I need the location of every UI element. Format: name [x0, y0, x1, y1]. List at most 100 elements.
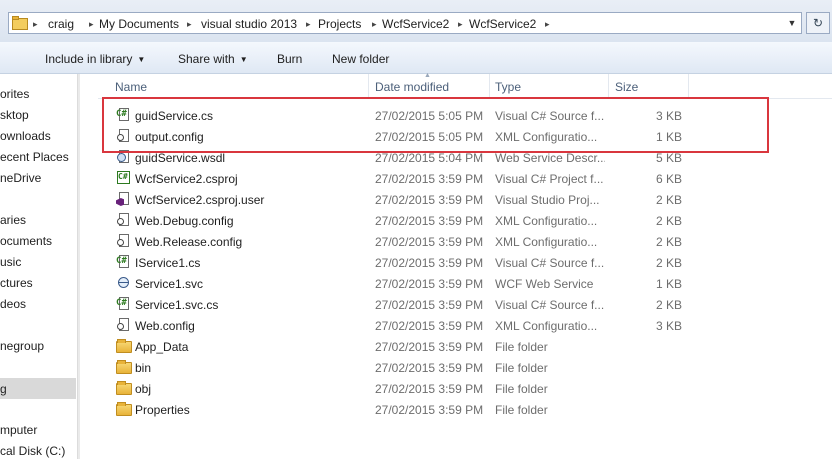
share-with-button[interactable]: Share with ▼ [178, 51, 248, 67]
burn-button[interactable]: Burn [277, 51, 302, 67]
column-divider[interactable] [688, 74, 689, 98]
file-row[interactable]: bin 27/02/2015 3:59 PM File folder [98, 357, 832, 378]
crumb-separator[interactable]: ▸ [33, 16, 38, 32]
file-row[interactable]: C# IService1.cs 27/02/2015 3:59 PM Visual C… [98, 252, 832, 273]
column-divider[interactable] [368, 74, 369, 98]
file-size: 6 KB [655, 172, 682, 186]
crumb-separator[interactable]: ▸ [306, 16, 311, 32]
config-file-icon [116, 233, 132, 249]
column-divider[interactable] [608, 74, 609, 98]
nav-item-downloads[interactable]: ownloads [0, 127, 51, 145]
file-type: Visual Studio Proj... [495, 193, 600, 207]
file-type: XML Configuratio... [495, 319, 598, 333]
file-type: WCF Web Service [495, 277, 594, 291]
nav-item-recent-places[interactable]: ecent Places [0, 148, 69, 166]
sort-up-icon: ▲ [424, 72, 431, 79]
nav-item-documents[interactable]: ocuments [0, 232, 52, 250]
file-row[interactable]: Properties 27/02/2015 3:59 PM File folder [98, 399, 832, 420]
file-row[interactable]: WcfService2.csproj.user 27/02/2015 3:59 P… [98, 189, 832, 210]
nav-item-favorites[interactable]: orites [0, 85, 29, 103]
share-with-label: Share with [178, 52, 235, 66]
csharp-file-icon: C# [116, 296, 132, 312]
nav-item-selected[interactable]: g [0, 380, 7, 398]
file-name[interactable]: obj [135, 381, 151, 397]
column-header-type[interactable]: Type [495, 79, 521, 95]
crumb-separator[interactable]: ▸ [89, 16, 94, 32]
file-type: XML Configuratio... [495, 235, 598, 249]
file-row[interactable]: Service1.svc 27/02/2015 3:59 PM WCF Web Se… [98, 273, 832, 294]
address-bar: ▸ craig ▸ My Documents ▸ visual studio 2… [0, 0, 832, 42]
breadcrumb-wcfservice2[interactable]: WcfService2 [382, 16, 449, 32]
file-row[interactable]: Web.Release.config 27/02/2015 3:59 PM XML … [98, 231, 832, 252]
file-row[interactable]: C# WcfService2.csproj 27/02/2015 3:59 PM Vi… [98, 168, 832, 189]
nav-scrollbar[interactable]: ▲ [77, 74, 80, 459]
refresh-button[interactable]: ↻ [806, 12, 830, 34]
nav-item-videos[interactable]: deos [0, 295, 26, 313]
breadcrumb-my-documents[interactable]: My Documents [99, 16, 179, 32]
file-size: 2 KB [655, 214, 682, 228]
nav-item-music[interactable]: usic [0, 253, 21, 271]
file-row[interactable]: App_Data 27/02/2015 3:59 PM File folder [98, 336, 832, 357]
file-name[interactable]: WcfService2.csproj.user [135, 192, 264, 208]
file-name[interactable]: Web.config [135, 318, 195, 334]
crumb-separator[interactable]: ▸ [187, 16, 192, 32]
file-name[interactable]: Properties [135, 402, 190, 418]
file-name[interactable]: Service1.svc [135, 276, 203, 292]
file-row[interactable]: Web.Debug.config 27/02/2015 3:59 PM XML Co… [98, 210, 832, 231]
nav-item-desktop[interactable]: sktop [0, 106, 29, 124]
file-date-modified: 27/02/2015 3:59 PM [375, 277, 484, 291]
file-name[interactable]: Web.Release.config [135, 234, 242, 250]
breadcrumb-wcfservice2-current[interactable]: WcfService2 [469, 16, 536, 32]
new-folder-button[interactable]: New folder [332, 51, 389, 67]
command-bar: Include in library ▼ Share with ▼ Burn New… [0, 42, 832, 74]
nav-item-pictures[interactable]: ctures [0, 274, 33, 292]
include-in-library-button[interactable]: Include in library ▼ [45, 51, 145, 67]
address-field[interactable]: ▸ craig ▸ My Documents ▸ visual studio 2… [8, 12, 802, 34]
nav-item-local-disk[interactable]: cal Disk (C:) [0, 442, 65, 459]
file-size: 2 KB [655, 193, 682, 207]
folder-icon [116, 359, 132, 375]
file-name[interactable]: Web.Debug.config [135, 213, 234, 229]
file-date-modified: 27/02/2015 3:59 PM [375, 298, 484, 312]
file-size: 2 KB [655, 235, 682, 249]
svc-file-icon [116, 275, 132, 291]
address-dropdown-icon[interactable]: ▼ [785, 16, 799, 30]
breadcrumb-projects[interactable]: Projects [318, 16, 361, 32]
file-name[interactable]: bin [135, 360, 151, 376]
file-row[interactable]: Web.config 27/02/2015 3:59 PM XML Configur… [98, 315, 832, 336]
nav-item-homegroup[interactable]: negroup [0, 337, 44, 355]
file-row[interactable]: C# Service1.svc.cs 27/02/2015 3:59 PM Visua… [98, 294, 832, 315]
file-date-modified: 27/02/2015 3:59 PM [375, 235, 484, 249]
column-divider[interactable] [489, 74, 490, 98]
crumb-separator[interactable]: ▸ [372, 16, 377, 32]
annotation-highlight-box [102, 97, 769, 153]
file-size: 1 KB [655, 277, 682, 291]
file-date-modified: 27/02/2015 3:59 PM [375, 382, 484, 396]
crumb-separator[interactable]: ▸ [458, 16, 463, 32]
scroll-up-arrow-icon[interactable]: ▲ [78, 74, 80, 90]
nav-selection-highlight [0, 378, 76, 399]
nav-item-onedrive[interactable]: neDrive [0, 169, 41, 187]
nav-item-computer[interactable]: mputer [0, 421, 37, 439]
visual-studio-file-icon [116, 191, 132, 207]
breadcrumb-visual-studio-2013[interactable]: visual studio 2013 [201, 16, 297, 32]
config-file-icon [116, 317, 132, 333]
crumb-separator[interactable]: ▸ [545, 16, 550, 32]
file-type: Visual C# Source f... [495, 298, 605, 312]
breadcrumb-craig[interactable]: craig [48, 16, 74, 32]
file-type: File folder [495, 361, 548, 375]
file-date-modified: 27/02/2015 3:59 PM [375, 193, 484, 207]
column-header-name[interactable]: Name [115, 79, 147, 95]
file-type: XML Configuratio... [495, 214, 598, 228]
column-header-date[interactable]: Date modified [375, 79, 449, 95]
file-size: 2 KB [655, 256, 682, 270]
file-name[interactable]: Service1.svc.cs [135, 297, 218, 313]
file-name[interactable]: WcfService2.csproj [135, 171, 238, 187]
file-name[interactable]: App_Data [135, 339, 188, 355]
file-name[interactable]: IService1.cs [135, 255, 200, 271]
nav-item-libraries[interactable]: aries [0, 211, 26, 229]
column-header-size[interactable]: Size [615, 79, 638, 95]
file-type: File folder [495, 382, 548, 396]
file-date-modified: 27/02/2015 3:59 PM [375, 172, 484, 186]
file-row[interactable]: obj 27/02/2015 3:59 PM File folder [98, 378, 832, 399]
